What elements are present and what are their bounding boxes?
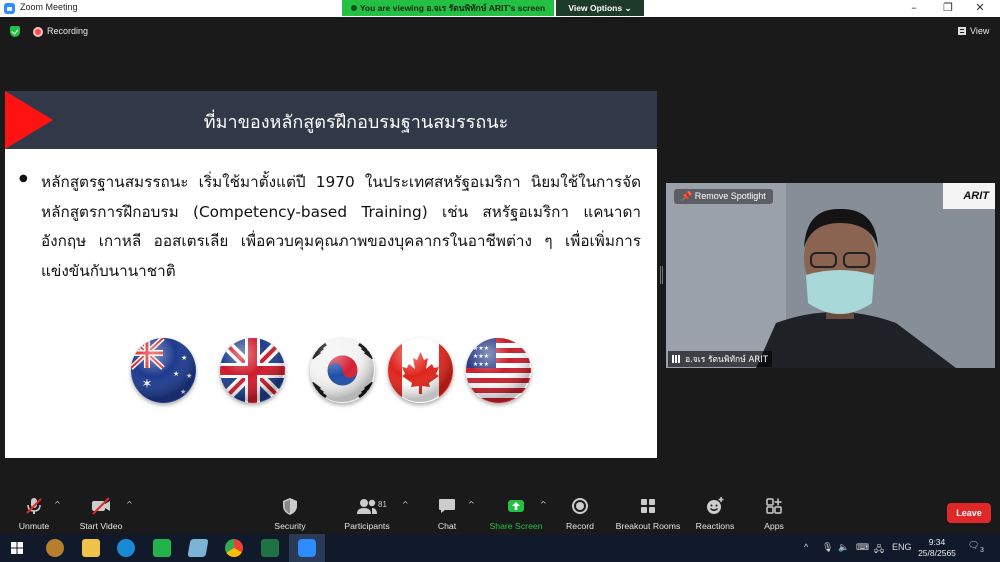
australia-flag: ✶ ★ ★ ★ ★ bbox=[131, 338, 196, 403]
shared-slide: ที่มาของหลักสูตรฝึกอบรมฐานสมรรถนะ ● หลัก… bbox=[5, 91, 657, 458]
view-options-label: View Options bbox=[568, 3, 623, 13]
title-bar: Zoom Meeting You are viewing อ.จเร รัตนพ… bbox=[0, 0, 1000, 17]
pin-icon: 📌 bbox=[681, 191, 693, 201]
apps-icon bbox=[766, 498, 782, 514]
security-label: Security bbox=[274, 521, 306, 531]
excel-app-icon[interactable] bbox=[261, 539, 279, 557]
maximize-button[interactable]: ❐ bbox=[940, 1, 956, 14]
uk-flag bbox=[220, 338, 285, 403]
chrome-browser-icon[interactable] bbox=[225, 539, 243, 557]
notes-app-icon[interactable] bbox=[187, 539, 209, 557]
canada-flag bbox=[388, 338, 453, 403]
security-shield-icon bbox=[283, 498, 297, 515]
speaker-icon[interactable]: 🔈 bbox=[838, 542, 849, 553]
notifications-icon[interactable]: 🗨 bbox=[968, 540, 979, 551]
participants-icon bbox=[357, 499, 377, 514]
paint-app-icon[interactable] bbox=[46, 539, 64, 557]
record-icon bbox=[572, 498, 588, 514]
encryption-shield-icon[interactable] bbox=[10, 26, 20, 37]
notifications-count: 3 bbox=[980, 547, 984, 554]
security-button[interactable]: Security bbox=[270, 496, 310, 531]
start-video-button[interactable]: Start Video bbox=[78, 496, 124, 531]
meeting-status-row: Recording View bbox=[0, 17, 1000, 47]
video-camera-muted-icon bbox=[92, 497, 110, 515]
screen-share-text: You are viewing อ.จเร รัตนพิทักษ์ ARIT's… bbox=[359, 3, 546, 13]
share-screen-label: Share Screen bbox=[489, 521, 543, 531]
apps-label: Apps bbox=[764, 521, 784, 531]
slide-bullet-text: หลักสูตรฐานสมรรถนะ เริ่มใช้มาตั้งแต่ปี 1… bbox=[41, 173, 641, 280]
apps-button[interactable]: Apps bbox=[756, 496, 792, 531]
line-app-icon[interactable] bbox=[153, 539, 171, 557]
participants-count: 81 bbox=[378, 500, 387, 509]
file-explorer-icon[interactable] bbox=[82, 539, 100, 557]
share-options-caret[interactable]: ^ bbox=[540, 500, 547, 509]
slide-title: ที่มาของหลักสูตรฝึกอบรมฐานสมรรถนะ bbox=[203, 112, 509, 133]
unmute-label: Unmute bbox=[18, 521, 50, 531]
start-video-label: Start Video bbox=[79, 521, 123, 531]
recording-label[interactable]: Recording bbox=[47, 26, 88, 36]
participants-label: Participants bbox=[344, 521, 390, 531]
close-button[interactable]: ✕ bbox=[972, 1, 988, 14]
view-options-button[interactable]: View Options ⌄ bbox=[556, 0, 644, 16]
zoom-logo-icon bbox=[4, 3, 15, 14]
audio-options-caret[interactable]: ^ bbox=[54, 500, 61, 509]
video-options-caret[interactable]: ^ bbox=[126, 500, 133, 509]
remove-spotlight-button[interactable]: 📌 Remove Spotlight bbox=[674, 189, 773, 204]
breakout-rooms-button[interactable]: Breakout Rooms bbox=[614, 496, 682, 531]
leave-button[interactable]: Leave bbox=[947, 503, 991, 523]
unmute-button[interactable]: Unmute bbox=[14, 496, 54, 531]
share-indicator-icon bbox=[350, 5, 357, 11]
zoom-taskbar-item[interactable] bbox=[289, 534, 325, 562]
remove-spotlight-label: Remove Spotlight bbox=[694, 191, 766, 201]
chevron-down-icon: ⌄ bbox=[624, 3, 632, 13]
view-button[interactable]: View bbox=[958, 26, 989, 36]
participant-name-tag: อ.จเร รัตนพิทักษ์ ARIT bbox=[668, 351, 772, 367]
window-title: Zoom Meeting bbox=[20, 2, 78, 12]
usa-flag: ★★★ ★★★ ★★★ bbox=[466, 338, 531, 403]
clock-time: 9:34 bbox=[928, 537, 946, 547]
slide-header: ที่มาของหลักสูตรฝึกอบรมฐานสมรรถนะ bbox=[5, 91, 657, 149]
windows-start-icon[interactable] bbox=[11, 542, 23, 554]
meeting-toolbar: Unmute ^ Start Video ^ Security Particip… bbox=[0, 492, 1000, 534]
view-label: View bbox=[970, 26, 990, 36]
chat-bubble-icon bbox=[439, 499, 455, 513]
language-indicator[interactable]: ENG bbox=[892, 542, 912, 552]
reactions-label: Reactions bbox=[695, 521, 735, 531]
recording-icon[interactable] bbox=[33, 27, 43, 37]
spotlight-video[interactable]: 📌 Remove Spotlight ARIT อ.จเร รัตนพิทักษ… bbox=[666, 183, 995, 368]
edge-browser-icon[interactable] bbox=[117, 539, 135, 557]
tray-chevron-icon[interactable]: ^ bbox=[804, 542, 808, 552]
reactions-button[interactable]: Reactions bbox=[694, 496, 736, 531]
korea-flag bbox=[310, 338, 375, 403]
chat-button[interactable]: Chat bbox=[430, 496, 464, 531]
minimize-button[interactable]: – bbox=[906, 1, 922, 14]
participants-options-caret[interactable]: ^ bbox=[402, 500, 409, 509]
microphone-tray-icon[interactable]: 🎙 bbox=[822, 542, 833, 553]
arit-logo: ARIT bbox=[943, 183, 995, 209]
bullet-icon: ● bbox=[19, 173, 28, 184]
grid-view-icon bbox=[958, 27, 966, 35]
keyboard-icon[interactable]: ⌨ bbox=[856, 542, 869, 553]
panel-resize-handle[interactable] bbox=[660, 266, 663, 284]
windows-taskbar: ^ 🎙 🔈 ⌨ 🖧 ENG 9:34 25/8/2565 🗨 3 bbox=[0, 534, 1000, 562]
reactions-icon bbox=[707, 497, 724, 514]
record-button[interactable]: Record bbox=[562, 496, 598, 531]
share-screen-icon bbox=[508, 500, 524, 512]
share-screen-button[interactable]: Share Screen bbox=[488, 496, 544, 531]
chat-options-caret[interactable]: ^ bbox=[468, 500, 475, 509]
breakout-rooms-label: Breakout Rooms bbox=[615, 521, 681, 531]
breakout-rooms-icon bbox=[641, 499, 655, 513]
participant-video-feed bbox=[666, 183, 995, 368]
microphone-muted-icon bbox=[26, 498, 42, 514]
chat-label: Chat bbox=[437, 521, 457, 531]
system-clock[interactable]: 9:34 25/8/2565 bbox=[912, 537, 962, 559]
network-icon[interactable]: 🖧 bbox=[874, 542, 884, 558]
screen-share-banner: You are viewing อ.จเร รัตนพิทักษ์ ARIT's… bbox=[342, 0, 554, 16]
clock-date: 25/8/2565 bbox=[918, 548, 956, 558]
participant-name: อ.จเร รัตนพิทักษ์ ARIT bbox=[685, 355, 768, 365]
zoom-app-icon bbox=[298, 539, 316, 557]
signal-strength-icon bbox=[672, 355, 682, 363]
record-label: Record bbox=[565, 521, 594, 531]
